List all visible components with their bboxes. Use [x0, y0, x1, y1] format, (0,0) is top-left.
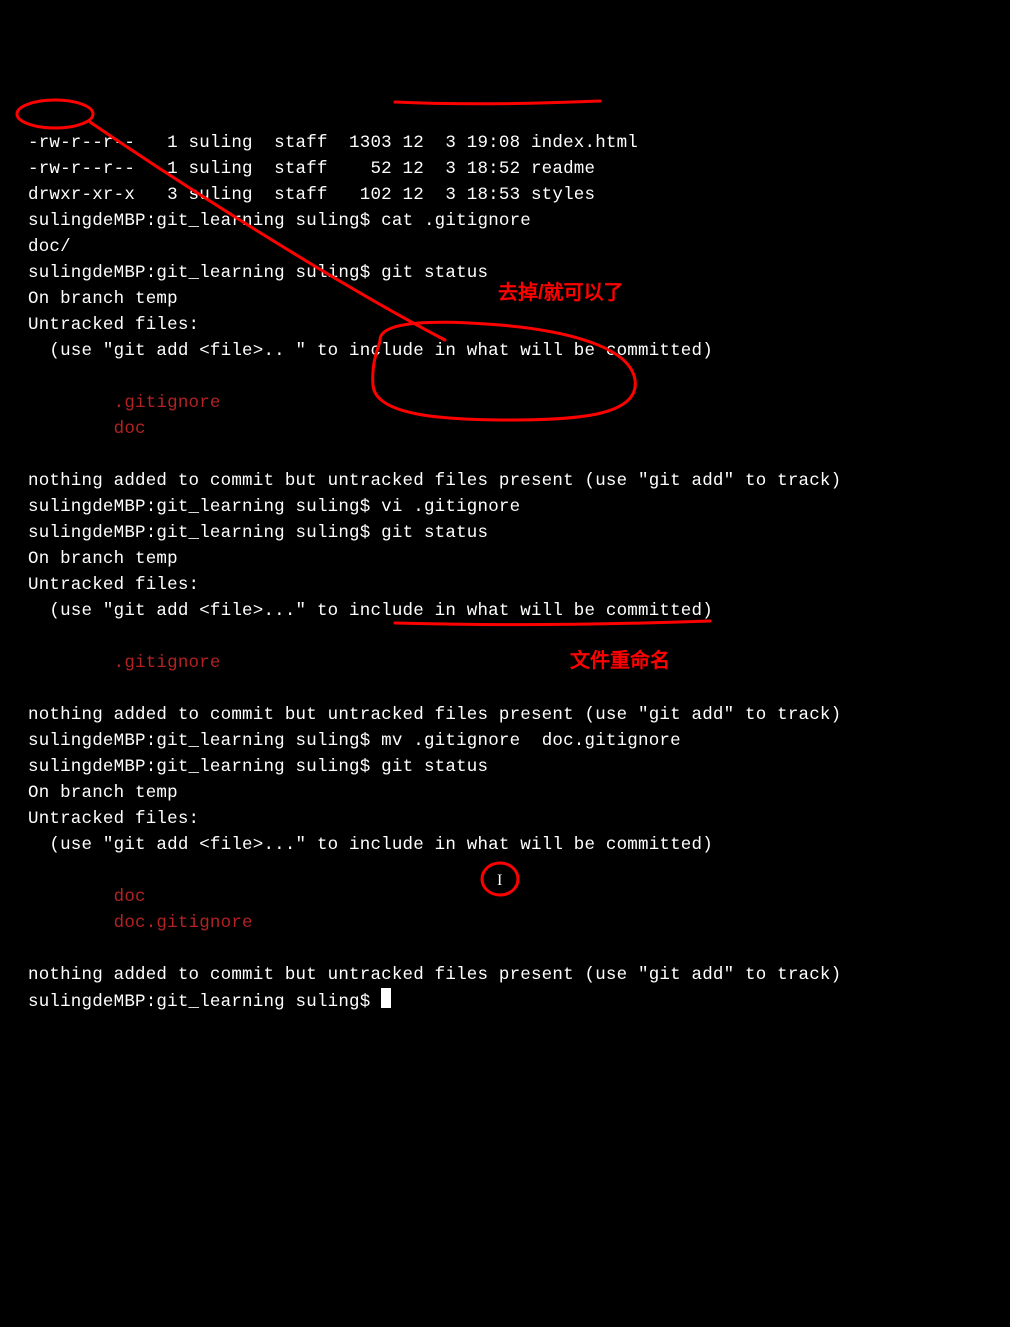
cmd-vi-gitignore: vi .gitignore [381, 497, 520, 517]
ls-row-2: -rw-r--r-- 1 suling staff 52 12 3 18:52 … [28, 159, 595, 179]
cat-output: doc/ [28, 237, 71, 257]
status-branch: On branch temp [28, 289, 178, 309]
prompt[interactable]: sulingdeMBP:git_learning suling$ [28, 992, 381, 1012]
annotation-rename-file: 文件重命名 [570, 648, 670, 674]
ls-row-3: drwxr-xr-x 3 suling staff 102 12 3 18:53… [28, 185, 595, 205]
status-hint: (use "git add <file>..." to include in w… [28, 835, 713, 855]
prompt: sulingdeMBP:git_learning suling$ [28, 497, 381, 517]
status-hint: (use "git add <file>..." to include in w… [28, 601, 713, 621]
status-branch: On branch temp [28, 783, 178, 803]
annotation-remove-slash: 去掉/就可以了 [498, 280, 624, 306]
status-untracked-header: Untracked files: [28, 809, 199, 829]
untracked-gitignore: .gitignore [28, 393, 221, 413]
cmd-mv-gitignore: mv .gitignore doc.gitignore [381, 731, 681, 751]
nothing-added: nothing added to commit but untracked fi… [28, 471, 841, 491]
prompt: sulingdeMBP:git_learning suling$ [28, 731, 381, 751]
prompt: sulingdeMBP:git_learning suling$ [28, 263, 381, 283]
nothing-added: nothing added to commit but untracked fi… [28, 965, 841, 985]
status-untracked-header: Untracked files: [28, 315, 199, 335]
cmd-git-status-1: git status [381, 263, 488, 283]
untracked-doc: doc [28, 419, 146, 439]
status-hint: (use "git add <file>.. " to include in w… [28, 341, 713, 361]
terminal-output: -rw-r--r-- 1 suling staff 1303 12 3 19:0… [0, 104, 1010, 1015]
nothing-added: nothing added to commit but untracked fi… [28, 705, 841, 725]
prompt: sulingdeMBP:git_learning suling$ [28, 757, 381, 777]
cmd-git-status-2: git status [381, 523, 488, 543]
ls-row-1: -rw-r--r-- 1 suling staff 1303 12 3 19:0… [28, 133, 638, 153]
untracked-doc: doc [28, 887, 146, 907]
cmd-git-status-3: git status [381, 757, 488, 777]
prompt: sulingdeMBP:git_learning suling$ [28, 523, 381, 543]
untracked-gitignore: .gitignore [28, 653, 221, 673]
status-untracked-header: Untracked files: [28, 575, 199, 595]
cmd-cat-gitignore: cat .gitignore [381, 211, 531, 231]
untracked-doc-gitignore: doc.gitignore [28, 913, 253, 933]
prompt: sulingdeMBP:git_learning suling$ [28, 211, 381, 231]
status-branch: On branch temp [28, 549, 178, 569]
cursor[interactable] [381, 988, 391, 1008]
